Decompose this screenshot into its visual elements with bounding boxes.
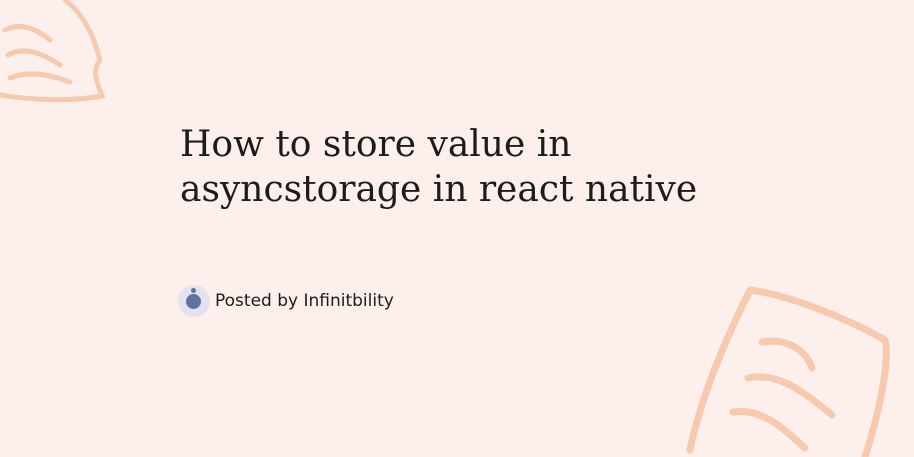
author-avatar-icon — [178, 285, 210, 317]
author-byline: Posted by Infinitbility — [178, 285, 394, 317]
doodle-top-left-icon — [0, 0, 106, 103]
author-label: Posted by Infinitbility — [215, 291, 394, 311]
post-title: How to store value in asyncstorage in re… — [180, 124, 698, 210]
doodle-bottom-right-icon — [686, 286, 890, 457]
